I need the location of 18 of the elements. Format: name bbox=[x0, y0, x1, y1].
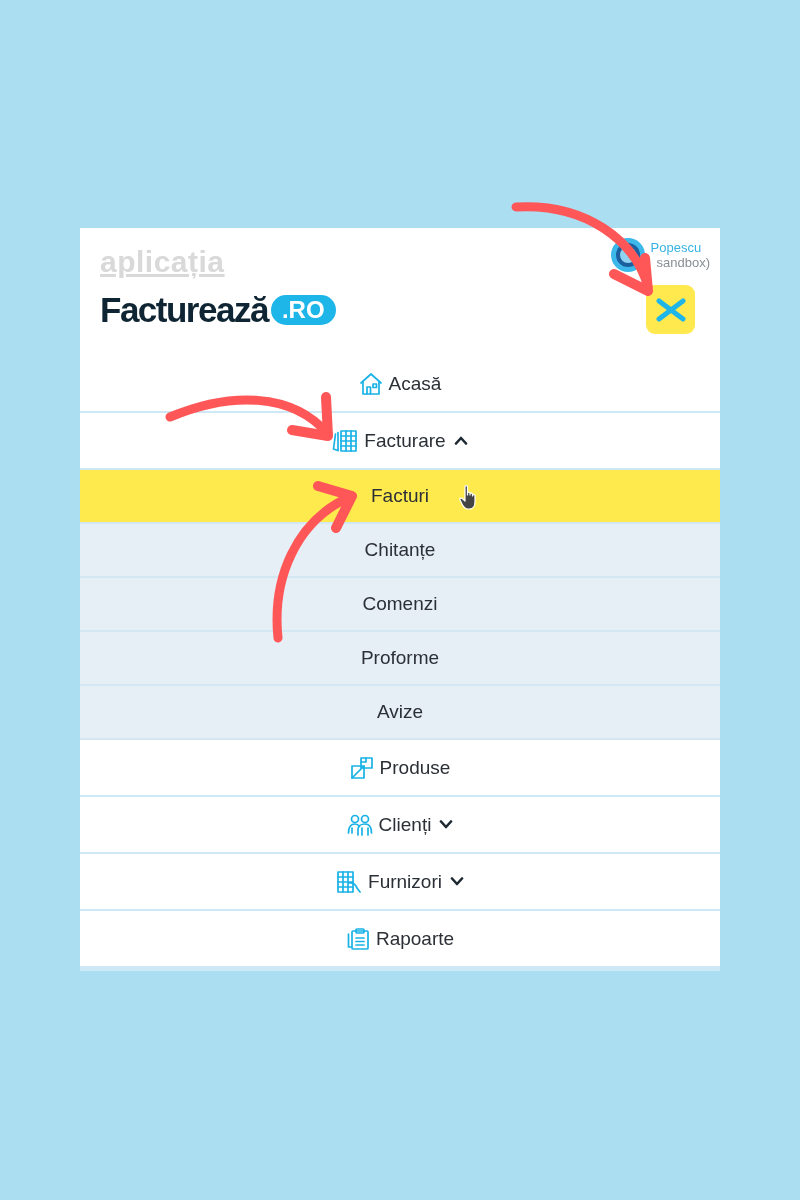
submenu-item[interactable]: Facturi bbox=[80, 470, 720, 524]
people-icon bbox=[346, 812, 373, 837]
house-icon bbox=[358, 371, 383, 396]
submenu-item[interactable]: Chitanțe bbox=[80, 524, 720, 578]
user-name: Popescu bbox=[650, 240, 703, 255]
avatar-icon bbox=[610, 238, 645, 272]
logo-wordmark: Facturează bbox=[100, 290, 268, 330]
close-button[interactable] bbox=[646, 285, 695, 334]
logo-badge: .RO bbox=[270, 295, 336, 325]
documents-icon bbox=[332, 428, 359, 453]
boxes-icon bbox=[349, 755, 374, 780]
submenu-item[interactable]: Proforme bbox=[80, 632, 720, 686]
account-label: sandbox) bbox=[655, 255, 710, 270]
grid-hand-icon bbox=[336, 869, 363, 894]
clipboard-icon bbox=[345, 926, 370, 951]
submenu-item[interactable]: Comenzi bbox=[80, 578, 720, 632]
submenu-item[interactable]: Avize bbox=[80, 686, 720, 740]
close-icon bbox=[655, 297, 686, 322]
